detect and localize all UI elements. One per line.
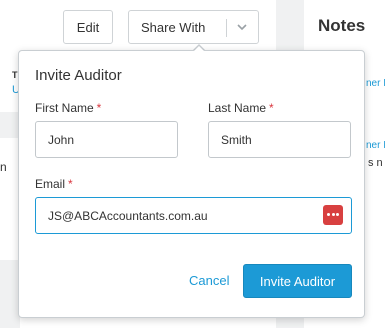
required-marker: * xyxy=(96,101,102,115)
first-name-label-text: First Name xyxy=(35,101,94,115)
notes-text: s n xyxy=(368,157,383,169)
email-value: JS@ABCAccountants.com.au xyxy=(48,208,208,223)
required-marker: * xyxy=(269,101,274,115)
last-name-field[interactable]: Smith xyxy=(208,121,351,158)
notes-link[interactable]: ner I xyxy=(366,140,385,151)
edit-button[interactable]: Edit xyxy=(63,10,113,44)
chevron-down-icon[interactable] xyxy=(235,20,249,37)
share-with-button[interactable]: Share With xyxy=(128,10,259,44)
last-name-value: Smith xyxy=(221,132,252,147)
notes-link[interactable]: ner I xyxy=(366,78,385,89)
background-label-fragment: T xyxy=(12,70,18,80)
popover-caret-fill xyxy=(193,45,205,52)
first-name-value: John xyxy=(48,132,75,147)
email-field[interactable]: JS@ABCAccountants.com.au xyxy=(35,197,352,234)
invite-auditor-popover: Invite Auditor First Name * John Last Nam… xyxy=(18,50,365,318)
share-with-label: Share With xyxy=(141,19,206,35)
required-marker: * xyxy=(68,177,73,191)
invite-auditor-button[interactable]: Invite Auditor xyxy=(243,264,352,298)
button-divider xyxy=(226,19,227,37)
cancel-button[interactable]: Cancel xyxy=(189,273,229,288)
background-row-band xyxy=(0,260,20,328)
notes-title: Notes xyxy=(318,16,366,35)
popover-title: Invite Auditor xyxy=(35,67,122,84)
first-name-label: First Name * xyxy=(35,101,101,115)
background-text-fragment: n xyxy=(0,160,7,174)
email-label-text: Email xyxy=(35,177,66,191)
last-name-label: Last Name * xyxy=(208,101,274,115)
email-label: Email * xyxy=(35,177,73,191)
password-manager-icon[interactable] xyxy=(323,205,343,225)
last-name-label-text: Last Name xyxy=(208,101,267,115)
background-row-band xyxy=(0,112,20,138)
first-name-field[interactable]: John xyxy=(35,121,178,158)
